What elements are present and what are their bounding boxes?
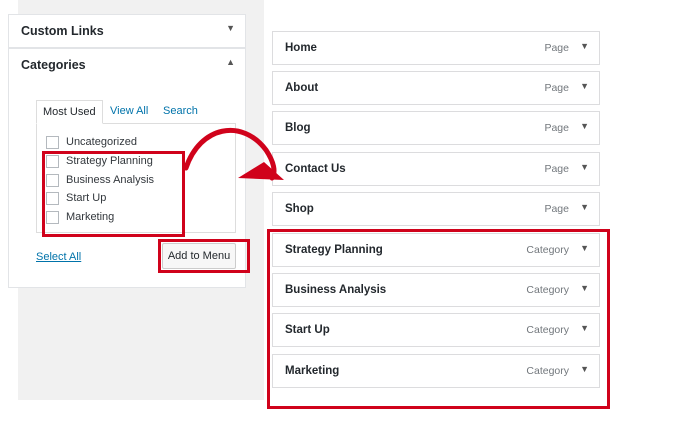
menu-item-title: Strategy Planning xyxy=(285,244,383,256)
chevron-down-icon[interactable]: ▼ xyxy=(580,283,589,293)
category-label: Marketing xyxy=(66,211,115,223)
menu-item-title: Shop xyxy=(285,203,314,215)
menu-item-shop[interactable]: Shop Page ▼ xyxy=(272,192,600,226)
menu-item-marketing[interactable]: Marketing Category ▼ xyxy=(272,354,600,388)
checkbox[interactable] xyxy=(46,211,59,224)
menu-item-type: Page xyxy=(544,42,569,54)
menu-item-type: Category xyxy=(526,244,569,256)
category-label: Start Up xyxy=(66,192,107,204)
chevron-down-icon[interactable]: ▼ xyxy=(580,243,589,253)
categories-title: Categories xyxy=(21,58,86,72)
chevron-down-icon[interactable]: ▼ xyxy=(580,323,589,333)
add-to-menu-button[interactable]: Add to Menu xyxy=(162,243,236,269)
chevron-down-icon[interactable]: ▼ xyxy=(580,81,589,91)
menu-item-start-up[interactable]: Start Up Category ▼ xyxy=(272,313,600,347)
chevron-down-icon[interactable]: ▼ xyxy=(580,202,589,212)
checkbox[interactable] xyxy=(46,174,59,187)
menu-item-blog[interactable]: Blog Page ▼ xyxy=(272,111,600,145)
chevron-down-icon[interactable]: ▼ xyxy=(580,41,589,51)
chevron-down-icon[interactable]: ▼ xyxy=(226,23,235,33)
checkbox[interactable] xyxy=(46,155,59,168)
menu-item-strategy-planning[interactable]: Strategy Planning Category ▼ xyxy=(272,233,600,267)
menu-item-about[interactable]: About Page ▼ xyxy=(272,71,600,105)
menu-item-type: Category xyxy=(526,365,569,377)
chevron-down-icon[interactable]: ▼ xyxy=(580,121,589,131)
categories-header[interactable]: Categories ▲ xyxy=(8,48,246,82)
menu-item-title: Business Analysis xyxy=(285,284,387,296)
custom-links-header[interactable]: Custom Links ▼ xyxy=(8,14,246,48)
menu-item-title: Home xyxy=(285,42,317,54)
menu-item-home[interactable]: Home Page ▼ xyxy=(272,31,600,65)
curved-arrow-icon xyxy=(183,127,284,181)
menu-item-type: Category xyxy=(526,284,569,296)
menu-item-business-analysis[interactable]: Business Analysis Category ▼ xyxy=(272,273,600,307)
menu-item-type: Page xyxy=(544,122,569,134)
category-label: Business Analysis xyxy=(66,174,155,186)
menu-item-title: Start Up xyxy=(285,324,330,336)
chevron-down-icon[interactable]: ▼ xyxy=(580,364,589,374)
checkbox[interactable] xyxy=(46,136,59,149)
category-label: Uncategorized xyxy=(66,136,137,148)
menu-item-type: Page xyxy=(544,82,569,94)
checkbox[interactable] xyxy=(46,192,59,205)
chevron-down-icon[interactable]: ▼ xyxy=(580,162,589,172)
category-label: Strategy Planning xyxy=(66,155,153,167)
menu-item-contact-us[interactable]: Contact Us Page ▼ xyxy=(272,152,600,186)
chevron-up-icon[interactable]: ▲ xyxy=(226,57,235,67)
select-all-link[interactable]: Select All xyxy=(36,251,81,263)
menu-item-title: Marketing xyxy=(285,365,340,377)
tab-view-all[interactable]: View All xyxy=(104,100,154,124)
menu-item-type: Page xyxy=(544,163,569,175)
custom-links-title: Custom Links xyxy=(21,24,104,38)
menu-item-type: Category xyxy=(526,324,569,336)
menu-item-type: Page xyxy=(544,203,569,215)
menu-item-title: About xyxy=(285,82,319,94)
tab-most-used[interactable]: Most Used xyxy=(36,100,103,124)
